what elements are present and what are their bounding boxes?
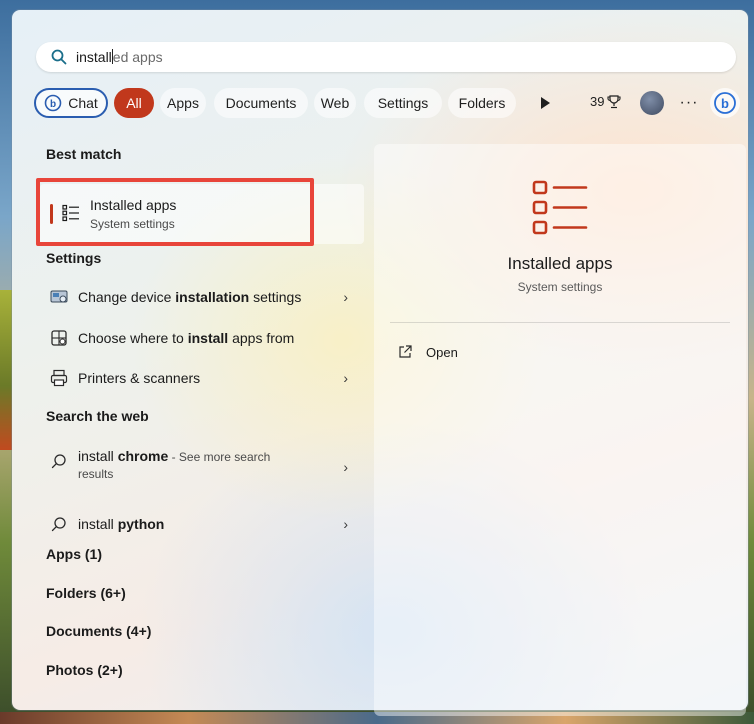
settings-heading: Settings	[46, 250, 102, 266]
svg-text:b: b	[50, 99, 56, 110]
chevron-right-icon: ›	[343, 370, 348, 386]
search-typed-text: install	[76, 49, 112, 65]
see-more-text: - See more search	[168, 450, 271, 464]
setting-label: Choose where to install apps from	[78, 330, 294, 346]
chat-label: Chat	[68, 95, 98, 111]
web-result-install-python[interactable]: install python ›	[48, 507, 354, 541]
filter-all[interactable]: All	[114, 88, 154, 118]
search-suggestion-text: ed apps	[112, 49, 163, 65]
label-match: install	[187, 330, 229, 346]
search-input[interactable]: installed apps	[76, 49, 163, 65]
label-text: Change device	[78, 289, 176, 305]
app-install-icon	[48, 327, 70, 349]
best-match-result[interactable]: Installed apps System settings	[40, 184, 364, 244]
rewards-points[interactable]: 39	[590, 94, 622, 109]
web-result-label: install python	[78, 516, 164, 532]
svg-text:b: b	[721, 96, 729, 111]
search-web-heading: Search the web	[46, 408, 149, 424]
installed-apps-icon	[62, 204, 79, 222]
best-match-subtitle: System settings	[90, 217, 175, 231]
search-icon	[50, 48, 68, 66]
search-flyout: installed apps b Chat All Apps Documents…	[12, 10, 748, 716]
preview-subtitle: System settings	[517, 280, 603, 294]
open-label: Open	[426, 344, 458, 360]
bing-icon: b	[714, 92, 736, 114]
more-filters-button[interactable]	[530, 88, 560, 118]
category-documents[interactable]: Documents (4+)	[46, 623, 151, 639]
label-text: install	[78, 516, 118, 532]
filter-bar: b Chat All Apps Documents Web Settings F…	[34, 88, 744, 120]
printer-icon	[48, 367, 70, 389]
label-match: chrome	[117, 448, 169, 464]
setting-printers-scanners[interactable]: Printers & scanners ›	[48, 361, 354, 395]
category-apps[interactable]: Apps (1)	[46, 546, 102, 562]
search-box[interactable]: installed apps	[36, 42, 736, 72]
best-match-heading: Best match	[46, 146, 122, 162]
label-text: apps from	[228, 330, 295, 346]
setting-label: Printers & scanners	[78, 370, 200, 386]
chevron-right-icon: ›	[343, 516, 348, 532]
best-match-title: Installed apps	[90, 197, 176, 213]
label-match: python	[117, 516, 165, 532]
label-text: Printers & scanners	[78, 370, 201, 386]
preview-title: Installed apps	[507, 254, 613, 273]
category-photos[interactable]: Photos (2+)	[46, 662, 123, 678]
label-text: install	[78, 448, 118, 464]
setting-label: Change device installation settings	[78, 289, 301, 305]
best-match-title-rest: ed apps	[126, 197, 177, 213]
trophy-icon	[607, 94, 622, 108]
chevron-right-icon: ›	[343, 459, 348, 475]
label-text: Choose where to	[78, 330, 188, 346]
setting-change-device-installation[interactable]: Change device installation settings ›	[48, 280, 354, 314]
open-external-icon	[398, 345, 412, 359]
label-text: settings	[249, 289, 302, 305]
search-icon	[48, 513, 70, 535]
web-result-install-chrome[interactable]: install chrome - See more search results …	[48, 448, 354, 492]
play-icon	[541, 97, 550, 109]
filter-folders[interactable]: Folders	[448, 88, 516, 118]
user-avatar[interactable]	[640, 91, 664, 115]
chevron-right-icon: ›	[343, 289, 348, 305]
filter-settings[interactable]: Settings	[364, 88, 442, 118]
chat-filter-button[interactable]: b Chat	[34, 88, 108, 118]
filter-web[interactable]: Web	[314, 88, 356, 118]
setting-choose-install-location[interactable]: Choose where to install apps from	[48, 321, 354, 355]
selection-indicator	[50, 204, 53, 224]
points-value: 39	[590, 94, 605, 109]
preview-pane: Installed apps System settings Open	[374, 144, 746, 716]
filter-documents[interactable]: Documents	[214, 88, 308, 118]
web-result-label: install chrome - See more search results	[78, 448, 270, 481]
more-options-icon[interactable]: ···	[678, 90, 700, 116]
device-settings-icon	[48, 286, 70, 308]
installed-apps-large-icon	[532, 180, 588, 235]
search-icon	[48, 450, 70, 472]
open-action[interactable]: Open	[398, 342, 458, 362]
best-match-title-bold: Install	[90, 197, 127, 213]
divider	[390, 322, 730, 323]
bing-chat-icon: b	[44, 94, 62, 112]
bing-button[interactable]: b	[710, 88, 740, 118]
label-match: installation	[175, 289, 250, 305]
filter-apps[interactable]: Apps	[160, 88, 206, 118]
category-folders[interactable]: Folders (6+)	[46, 585, 126, 601]
see-more-text-line2: results	[78, 467, 114, 481]
